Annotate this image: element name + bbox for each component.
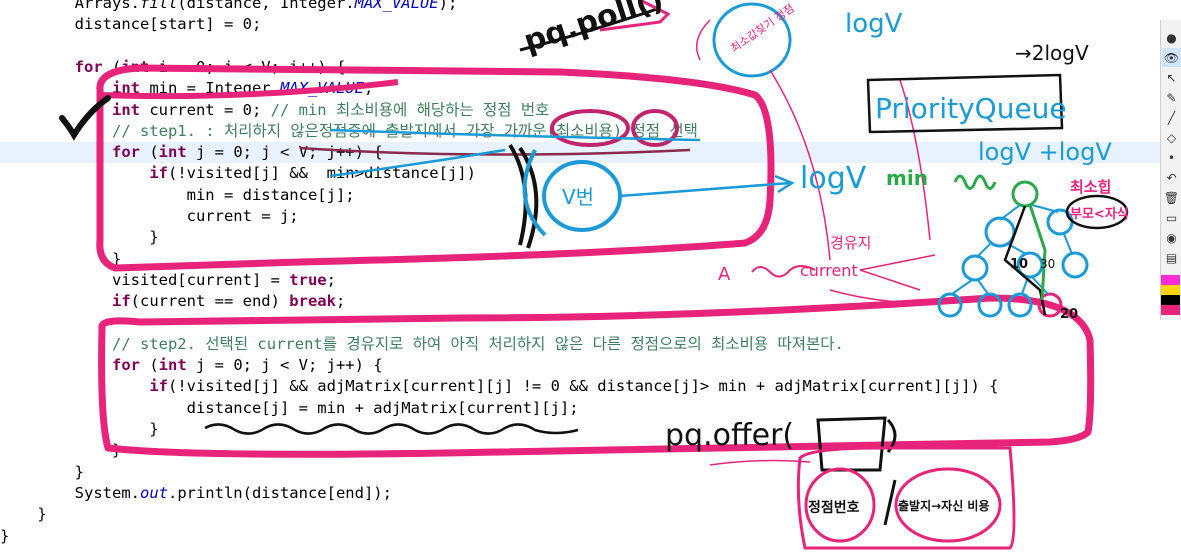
code-token: ); bbox=[438, 0, 458, 12]
code-token: ( bbox=[139, 356, 159, 375]
code-token: } bbox=[0, 526, 10, 545]
pin-icon[interactable]: ● bbox=[1162, 28, 1181, 47]
code-line: for (int j = 0; j < V; j++) { bbox=[0, 142, 383, 163]
highlighter-icon[interactable]: ✎ bbox=[1162, 88, 1181, 107]
cursor-icon[interactable]: ↖ bbox=[1162, 68, 1181, 87]
code-line: if(current == end) break; bbox=[0, 291, 345, 312]
code-token: distance[start] = 0; bbox=[74, 15, 262, 34]
code-token: int bbox=[111, 100, 140, 119]
code-token: current = j; bbox=[186, 207, 299, 225]
code-token: i = 0; i < V; i++) { bbox=[149, 57, 346, 76]
palette-swatch[interactable] bbox=[1161, 295, 1180, 305]
code-token: current = 0; bbox=[139, 100, 271, 119]
code-token: ; bbox=[335, 292, 346, 311]
whiteboard-icon[interactable]: ▭ bbox=[1162, 208, 1181, 227]
code-token: j = 0; j < V; j++) { bbox=[186, 143, 383, 162]
code-editor[interactable]: Arrays.fill(distance, Integer.MAX_VALUE)… bbox=[0, 0, 1160, 553]
code-line: for (int j = 0; j < V; j++) { bbox=[0, 355, 383, 376]
code-line: System.out.println(distance[end]); bbox=[0, 483, 392, 504]
code-line: current = j; bbox=[0, 206, 299, 227]
code-token: (current == end) bbox=[130, 292, 290, 311]
code-token: fill bbox=[139, 0, 178, 12]
code-token: } bbox=[149, 228, 159, 247]
eraser-icon[interactable]: ◇ bbox=[1162, 128, 1181, 147]
code-token: // step2. 선택된 current를 경유지로 하여 아직 처리하지 않… bbox=[111, 334, 844, 353]
code-token: MAX_VALUE bbox=[279, 79, 364, 98]
code-line: distance[j] = min + adjMatrix[current][j… bbox=[0, 398, 579, 419]
code-token: min = Integer. bbox=[139, 79, 280, 98]
undo-icon[interactable]: ↶ bbox=[1162, 168, 1181, 187]
palette-swatch[interactable] bbox=[1161, 305, 1180, 315]
code-token: visited[current] = bbox=[111, 270, 290, 289]
code-token: (distance, Integer. bbox=[177, 0, 355, 12]
color-palette[interactable] bbox=[1161, 275, 1180, 315]
code-token: if bbox=[149, 377, 168, 396]
code-line: min = distance[j]; bbox=[0, 185, 355, 206]
code-token: // min 최소비용에 해당하는 정점 번호 bbox=[270, 100, 550, 119]
code-token: (!visited[j] && adjMatrix[current][j] !=… bbox=[167, 377, 999, 396]
dot-icon[interactable]: • bbox=[1162, 148, 1181, 167]
code-token: } bbox=[74, 462, 84, 481]
code-token: ; bbox=[326, 270, 336, 289]
code-token: for bbox=[74, 57, 103, 76]
code-token: Arrays. bbox=[74, 0, 140, 12]
code-line: if(!visited[j] && adjMatrix[current][j] … bbox=[0, 376, 999, 397]
code-token: ; bbox=[363, 79, 374, 98]
code-line: int min = Integer.MAX_VALUE; bbox=[0, 78, 373, 99]
code-token: int bbox=[158, 143, 187, 162]
code-token: min = distance[j]; bbox=[186, 185, 355, 204]
palette-swatch[interactable] bbox=[1161, 285, 1180, 295]
code-line: // step1. : 처리하지 않은정점중에 출발지에서 가장 가까운(최소비… bbox=[0, 121, 698, 142]
code-token: ( bbox=[102, 57, 122, 76]
code-token: j = 0; j < V; j++) { bbox=[186, 356, 383, 375]
code-line: } bbox=[0, 526, 9, 547]
code-line: distance[start] = 0; bbox=[0, 14, 262, 35]
code-token: if bbox=[149, 164, 168, 183]
code-token: if bbox=[111, 292, 131, 311]
code-token: int bbox=[158, 356, 187, 375]
code-token: break bbox=[289, 292, 336, 311]
camera-icon[interactable]: ◉ bbox=[1162, 228, 1181, 247]
palette-swatch[interactable] bbox=[1161, 275, 1180, 285]
code-line: if(!visited[j] && min>distance[j]) bbox=[0, 163, 476, 184]
code-token: } bbox=[149, 420, 159, 438]
code-line: Arrays.fill(distance, Integer.MAX_VALUE)… bbox=[0, 0, 458, 14]
code-token: } bbox=[111, 249, 122, 268]
code-line: for (int i = 0; i < V; i++) { bbox=[0, 57, 346, 78]
code-token: (!visited[j] && min>distance[j]) bbox=[167, 164, 476, 183]
code-token: for bbox=[111, 356, 140, 375]
pen-icon[interactable]: ╱ bbox=[1162, 108, 1181, 127]
code-line: visited[current] = true; bbox=[0, 270, 336, 291]
code-token: System. bbox=[74, 483, 140, 502]
code-line: } bbox=[0, 504, 47, 525]
code-token: } bbox=[37, 505, 47, 524]
trash-icon[interactable]: 🗑 bbox=[1162, 188, 1181, 207]
code-line: int current = 0; // min 최소비용에 해당하는 정점 번호 bbox=[0, 100, 549, 121]
code-token: out bbox=[139, 483, 168, 502]
clipboard-icon[interactable]: ▤ bbox=[1162, 248, 1181, 267]
code-token: MAX_VALUE bbox=[354, 0, 439, 12]
code-token: int bbox=[111, 79, 140, 98]
code-line: } bbox=[0, 440, 121, 461]
code-line: } bbox=[0, 419, 159, 440]
code-token: .println(distance[end]); bbox=[167, 483, 392, 502]
code-token: } bbox=[111, 441, 122, 460]
code-line: // step2. 선택된 current를 경유지로 하여 아직 처리하지 않… bbox=[0, 334, 844, 355]
code-token: int bbox=[121, 57, 150, 76]
code-token: true bbox=[289, 270, 327, 289]
code-token: ( bbox=[139, 143, 159, 162]
code-line: } bbox=[0, 227, 159, 248]
code-line: } bbox=[0, 249, 121, 270]
code-line: } bbox=[0, 462, 84, 483]
eye-icon[interactable]: 👁 bbox=[1162, 48, 1181, 67]
code-token: distance[j] = min + adjMatrix[current][j… bbox=[186, 398, 579, 417]
code-token: // step1. : 처리하지 않은정점중에 출발지에서 가장 가까운(최소비… bbox=[111, 121, 698, 140]
code-token: for bbox=[111, 143, 140, 162]
